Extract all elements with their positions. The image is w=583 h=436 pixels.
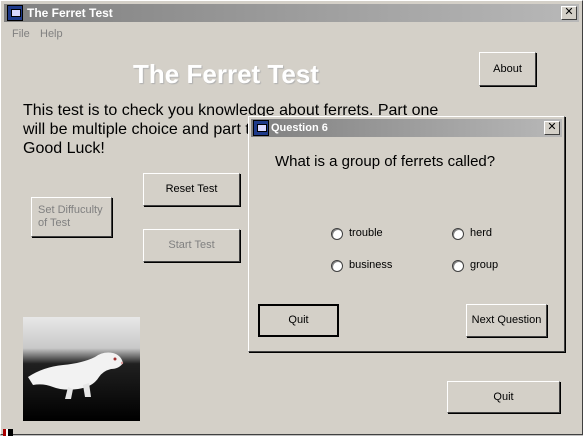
app-window-icon[interactable] [7,5,23,21]
radio-button-icon[interactable] [331,259,343,272]
next-question-button-label: Next Question [471,314,542,326]
option-label: herd [470,227,493,239]
close-icon: ✕ [547,121,557,133]
option-label: trouble [349,227,383,239]
close-icon: ✕ [564,6,574,18]
question-dialog: Question 6 ✕ What is a group of ferrets … [248,116,565,352]
main-quit-button[interactable]: Quit [447,381,560,413]
option-group[interactable]: group [452,259,498,272]
main-quit-button-label: Quit [493,390,514,403]
dialog-close-button[interactable]: ✕ [544,121,560,135]
dialog-titlebar[interactable]: Question 6 ✕ [251,119,562,137]
reset-test-button-label: Reset Test [165,183,218,195]
option-label: group [470,259,499,271]
white-ferret-photo [23,317,140,421]
intro-text-good-luck: Good Luck! [23,140,105,157]
option-business[interactable]: business [331,259,392,272]
menu-file[interactable]: File [12,27,30,41]
page-title: The Ferret Test [133,59,319,89]
option-trouble[interactable]: trouble [331,227,383,240]
radio-button-icon[interactable] [452,259,464,272]
dialog-title: Question 6 [271,122,328,134]
set-difficulty-button-label: Set Diffuculty of Test [38,204,103,229]
dialog-quit-button-label: Quit [288,314,309,326]
option-herd[interactable]: herd [452,227,492,240]
next-question-button[interactable]: Next Question [466,304,547,337]
window-title: The Ferret Test [27,6,113,20]
menu-help[interactable]: Help [40,27,63,41]
option-label: business [349,259,393,271]
about-button[interactable]: About [479,52,536,86]
question-text: What is a group of ferrets called? [275,153,496,170]
window-close-button[interactable]: ✕ [561,6,577,20]
start-test-button[interactable]: Start Test [143,229,240,262]
main-titlebar[interactable]: The Ferret Test ✕ [4,4,579,22]
radio-button-icon[interactable] [331,227,343,240]
about-button-label: About [493,62,522,75]
dialog-quit-button[interactable]: Quit [258,304,339,337]
radio-button-icon[interactable] [452,227,464,240]
start-test-button-label: Start Test [168,239,215,251]
ferret-photo [23,317,140,421]
set-difficulty-button[interactable]: Set Diffuculty of Test [31,197,112,237]
dialog-window-icon[interactable] [253,120,269,136]
menu-bar: File Help [4,24,579,44]
reset-test-button[interactable]: Reset Test [143,173,240,206]
